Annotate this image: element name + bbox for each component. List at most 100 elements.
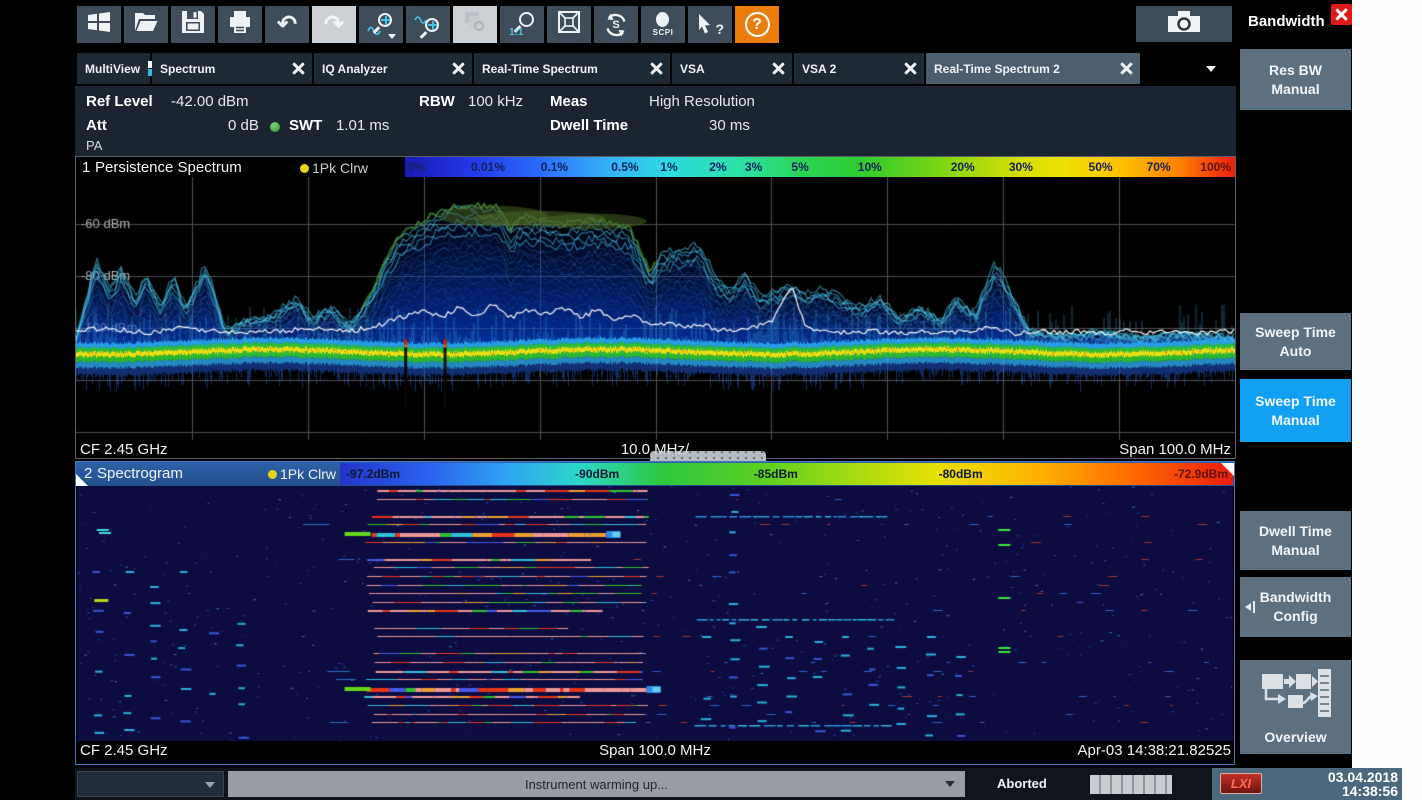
- display-frame-button[interactable]: [547, 6, 591, 43]
- tab-vsa-2[interactable]: VSA 2: [794, 53, 924, 84]
- softkey-dwell-time-manual[interactable]: Dwell TimeManual: [1240, 511, 1351, 570]
- meas-label: Meas: [550, 93, 588, 110]
- multi-zoom-button[interactable]: [453, 6, 497, 43]
- softkey-menu-title: Bandwidth: [1248, 13, 1325, 30]
- print-button[interactable]: [218, 6, 262, 43]
- softkey-sweep-time-manual[interactable]: Sweep TimeManual: [1240, 379, 1351, 442]
- frame-icon: [556, 9, 582, 40]
- context-help-button[interactable]: ?: [688, 6, 732, 43]
- open-button[interactable]: [124, 6, 168, 43]
- status-dropdown[interactable]: [77, 771, 224, 797]
- softkey-bandwidth-config[interactable]: BandwidthConfig: [1240, 577, 1351, 637]
- tab-label: VSA 2: [802, 62, 836, 76]
- close-icon[interactable]: [451, 62, 464, 75]
- save-icon: [180, 9, 206, 40]
- close-icon[interactable]: [291, 62, 304, 75]
- window1-trace-legend[interactable]: 1Pk Clrw: [312, 160, 368, 176]
- tab-label: Real-Time Spectrum: [482, 62, 598, 76]
- frame-edge: [1352, 0, 1422, 800]
- scpi-recorder-button[interactable]: SCPI: [641, 6, 685, 43]
- save-button[interactable]: [171, 6, 215, 43]
- chevron-down-icon: [205, 782, 215, 788]
- redo-button[interactable]: ↷: [312, 6, 356, 43]
- zoom-1to1-button[interactable]: 1:1: [500, 6, 544, 43]
- start-menu-button[interactable]: [77, 6, 121, 43]
- swt-value[interactable]: 1.01 ms: [336, 117, 389, 134]
- zoom-area-button[interactable]: [406, 6, 450, 43]
- att-value[interactable]: 0 dB: [228, 117, 259, 134]
- status-message: Instrument warming up...: [525, 777, 668, 792]
- tab-spectrum[interactable]: Spectrum: [152, 53, 312, 84]
- close-icon[interactable]: [1119, 62, 1132, 75]
- window-select-marker-left: [76, 474, 88, 486]
- status-led: [270, 122, 280, 132]
- close-icon[interactable]: [903, 62, 916, 75]
- undo-icon: ↶: [277, 13, 297, 37]
- window-select-marker-right: [1221, 463, 1234, 476]
- persistence-display[interactable]: [76, 177, 1235, 440]
- tab-real-time-spectrum[interactable]: Real-Time Spectrum: [474, 53, 670, 84]
- window2-cf: CF 2.45 GHz: [80, 742, 168, 759]
- zoom-area-icon: [414, 12, 442, 38]
- window1-span: Span 100.0 MHz: [1119, 441, 1231, 458]
- tab-real-time-spectrum-2[interactable]: Real-Time Spectrum 2: [926, 53, 1140, 84]
- zoom-trace-button[interactable]: [359, 6, 403, 43]
- help-button[interactable]: ?: [735, 6, 779, 43]
- screenshot-button[interactable]: [1136, 6, 1232, 42]
- lxi-logo: LXI: [1220, 773, 1262, 794]
- tab-label: Spectrum: [160, 62, 215, 76]
- tab-label: MultiView: [85, 62, 140, 76]
- message-dropdown[interactable]: Instrument warming up...: [228, 771, 965, 797]
- multi-zoom-icon: [462, 9, 488, 40]
- zoom-ratio-label: 1:1: [509, 27, 523, 38]
- tab-vsa[interactable]: VSA: [672, 53, 792, 84]
- softkey-res-bw-manual[interactable]: Res BWManual: [1240, 49, 1351, 110]
- window2-trace-legend[interactable]: 1Pk Clrw: [280, 466, 336, 482]
- help-cursor-icon: ?: [696, 12, 724, 38]
- window1-title: Persistence Spectrum: [95, 159, 242, 176]
- status-bar: Instrument warming up... Aborted: [75, 768, 1212, 800]
- window1-cf: CF 2.45 GHz: [80, 441, 168, 458]
- settings-header: Ref Level -42.00 dBm RBW 100 kHz Meas Hi…: [75, 86, 1236, 156]
- close-menu-button[interactable]: [1331, 4, 1352, 25]
- softkey-sweep-time-auto[interactable]: Sweep TimeAuto: [1240, 313, 1351, 370]
- question-glyph: ?: [715, 21, 724, 37]
- ref-level-value[interactable]: -42.00 dBm: [171, 93, 249, 110]
- camera-icon: [1166, 9, 1202, 40]
- zoom-trace-menu-caret[interactable]: [388, 34, 396, 39]
- undo-button[interactable]: ↶: [265, 6, 309, 43]
- window2-span: Span 100.0 MHz: [599, 742, 711, 759]
- meas-value[interactable]: High Resolution: [649, 93, 755, 110]
- window2-title: Spectrogram: [97, 465, 183, 482]
- close-icon[interactable]: [771, 62, 784, 75]
- redo-icon: ↷: [324, 13, 344, 37]
- help-icon: ?: [745, 12, 770, 37]
- tab-multiview[interactable]: MultiView: [77, 53, 150, 84]
- submenu-arrow-icon: [1245, 601, 1255, 613]
- chevron-down-icon: [1206, 66, 1216, 72]
- rbw-label: RBW: [419, 93, 455, 110]
- rbw-value[interactable]: 100 kHz: [468, 93, 523, 110]
- instrument-screen: ↶ ↷ 1:1: [0, 0, 1422, 800]
- trace-color-dot: [300, 164, 309, 173]
- datetime-panel: LXI 03.04.2018 14:38:56: [1212, 768, 1402, 800]
- window1-index: 1: [82, 159, 90, 176]
- scpi-label: SCPI: [653, 28, 674, 37]
- close-icon[interactable]: [649, 62, 662, 75]
- persistence-color-scale: 0% 0.01% 0.1% 0.5% 1% 2% 3% 5% 10% 20% 3…: [405, 157, 1235, 177]
- ref-level-label: Ref Level: [86, 93, 153, 110]
- att-label: Att: [86, 117, 107, 134]
- sequencer-button[interactable]: S: [594, 6, 638, 43]
- spectrogram-color-scale: -97.2dBm -90dBm -85dBm -80dBm -72.9dBm: [340, 463, 1233, 485]
- tab-overflow-button[interactable]: [1196, 58, 1226, 80]
- tab-label: Real-Time Spectrum 2: [934, 62, 1060, 76]
- trace-color-dot: [268, 470, 277, 479]
- windows-icon: [86, 9, 112, 40]
- spectrogram-display[interactable]: [77, 486, 1233, 741]
- dwell-time-value[interactable]: 30 ms: [709, 117, 750, 134]
- zoom-trace-icon: [366, 11, 396, 39]
- tab-iq-analyzer[interactable]: IQ Analyzer: [314, 53, 472, 84]
- open-folder-icon: [133, 9, 159, 40]
- softkey-overview[interactable]: Overview: [1240, 660, 1351, 754]
- sweep-state: Aborted: [997, 776, 1047, 791]
